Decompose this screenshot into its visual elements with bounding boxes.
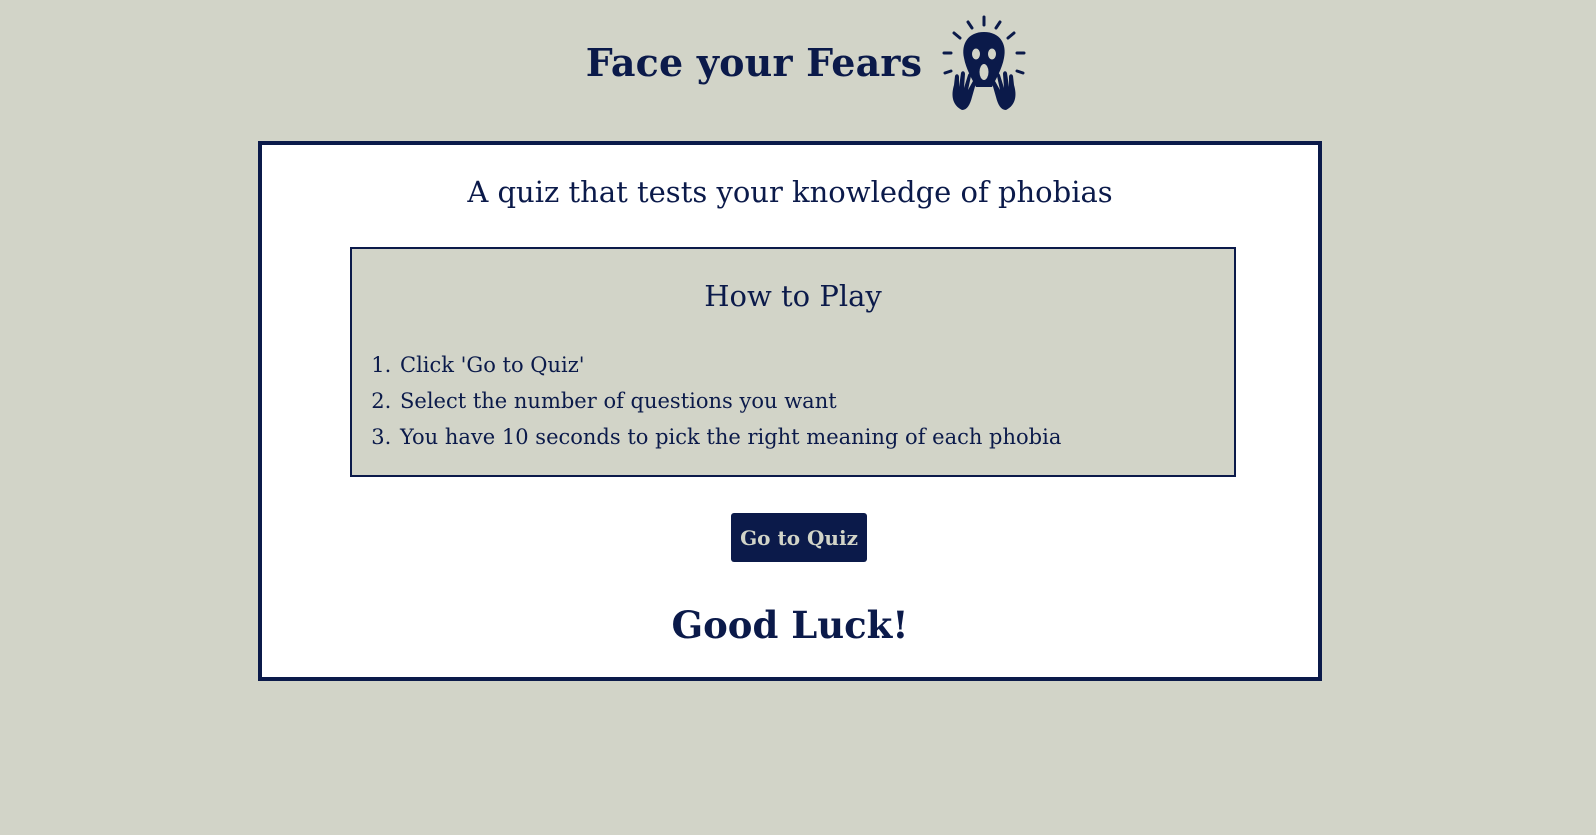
step-item: Select the number of questions you want: [398, 383, 1061, 419]
how-to-play-title: How to Play: [704, 279, 882, 313]
step-item: You have 10 seconds to pick the right me…: [398, 419, 1061, 455]
page-subtitle: A quiz that tests your knowledge of phob…: [467, 175, 1113, 209]
step-item: Click 'Go to Quiz': [398, 347, 1061, 383]
how-to-play-box: How to Play Click 'Go to Quiz' Select th…: [350, 247, 1236, 477]
site-title: Face your Fears: [585, 40, 923, 85]
site-header: Face your Fears: [0, 0, 1596, 125]
screaming-face-icon: [934, 13, 1034, 113]
go-to-quiz-button[interactable]: Go to Quiz: [731, 513, 867, 562]
quiz-intro-card: A quiz that tests your knowledge of phob…: [258, 141, 1322, 681]
good-luck-text: Good Luck!: [671, 603, 909, 647]
how-to-play-steps: Click 'Go to Quiz' Select the number of …: [396, 347, 1061, 455]
title-wrap: Face your Fears: [586, 13, 1034, 113]
